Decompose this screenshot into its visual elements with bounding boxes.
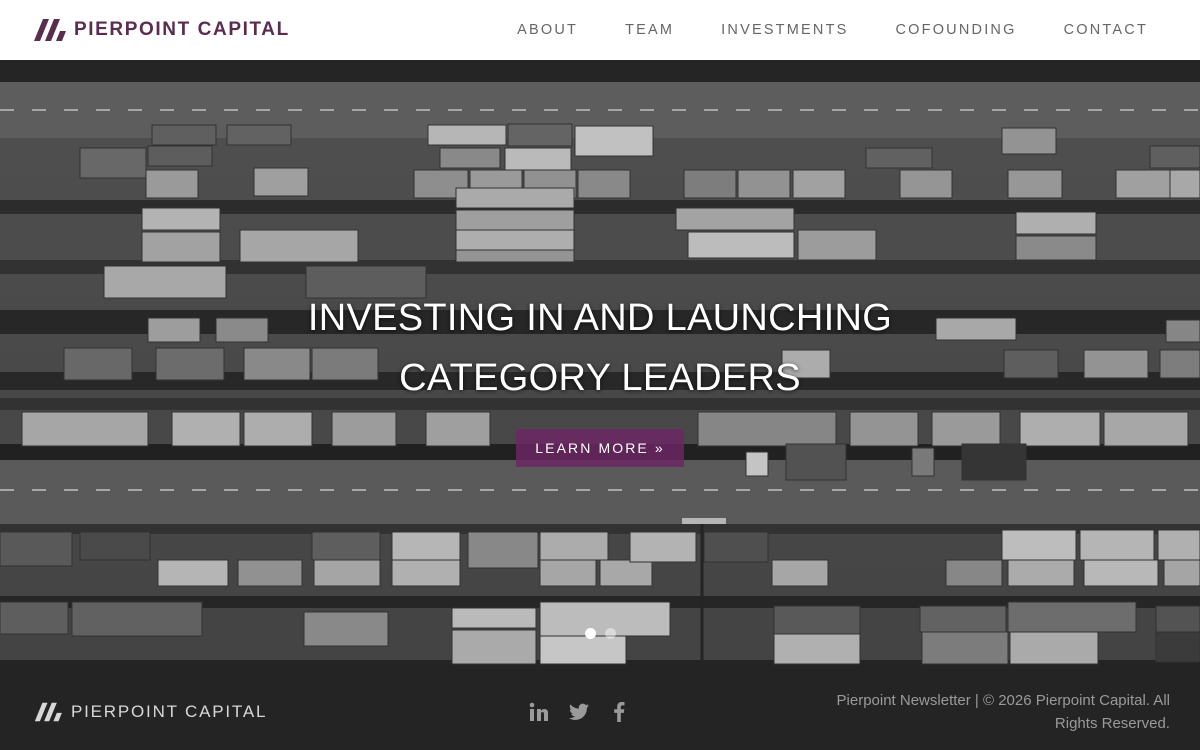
nav-team[interactable]: TEAM (602, 0, 698, 60)
nav-cofounding[interactable]: COFOUNDING (872, 0, 1040, 60)
hero-content: INVESTING IN AND LAUNCHING CATEGORY LEAD… (0, 288, 1200, 467)
social-links (528, 701, 630, 723)
footer-brand-link[interactable]: PIERPOINT CAPITAL (32, 701, 267, 723)
facebook-icon[interactable] (608, 701, 630, 723)
slide-dot-2[interactable] (604, 628, 616, 639)
site-header: PIERPOINT CAPITAL ABOUT TEAM INVESTMENTS… (0, 0, 1200, 60)
hero-slider: INVESTING IN AND LAUNCHING CATEGORY LEAD… (0, 60, 1200, 674)
nav-investments[interactable]: INVESTMENTS (698, 0, 872, 60)
slide-dot-1[interactable] (584, 628, 596, 639)
legal-separator: | (970, 692, 983, 709)
site-footer: PIERPOINT CAPITAL Pierpoint Newsletter |… (0, 674, 1200, 750)
brand-name: PIERPOINT CAPITAL (74, 19, 290, 40)
linkedin-icon[interactable] (528, 701, 550, 723)
slider-dots (0, 628, 1200, 639)
newsletter-link[interactable]: Pierpoint Newsletter (837, 692, 971, 709)
hero-title-line-2: CATEGORY LEADERS (399, 357, 801, 399)
hero-title-line-1: INVESTING IN AND LAUNCHING (307, 297, 893, 339)
nav-contact[interactable]: CONTACT (1040, 0, 1172, 60)
twitter-icon[interactable] (568, 701, 590, 723)
pierpoint-logo-icon (34, 19, 66, 41)
footer-brand-name: PIERPOINT CAPITAL (71, 702, 268, 721)
hero-title: INVESTING IN AND LAUNCHING CATEGORY LEAD… (0, 288, 1200, 408)
footer-legal: Pierpoint Newsletter | © 2026 Pierpoint … (820, 689, 1170, 735)
brand-logo-link[interactable]: PIERPOINT CAPITAL (32, 17, 290, 43)
copyright-text: © 2026 Pierpoint Capital. All Rights Res… (982, 692, 1170, 732)
learn-more-button[interactable]: LEARN MORE » (516, 429, 684, 467)
main-nav: ABOUT TEAM INVESTMENTS COFOUNDING CONTAC… (494, 0, 1172, 60)
nav-about[interactable]: ABOUT (494, 0, 602, 60)
pierpoint-logo-icon (34, 702, 62, 722)
